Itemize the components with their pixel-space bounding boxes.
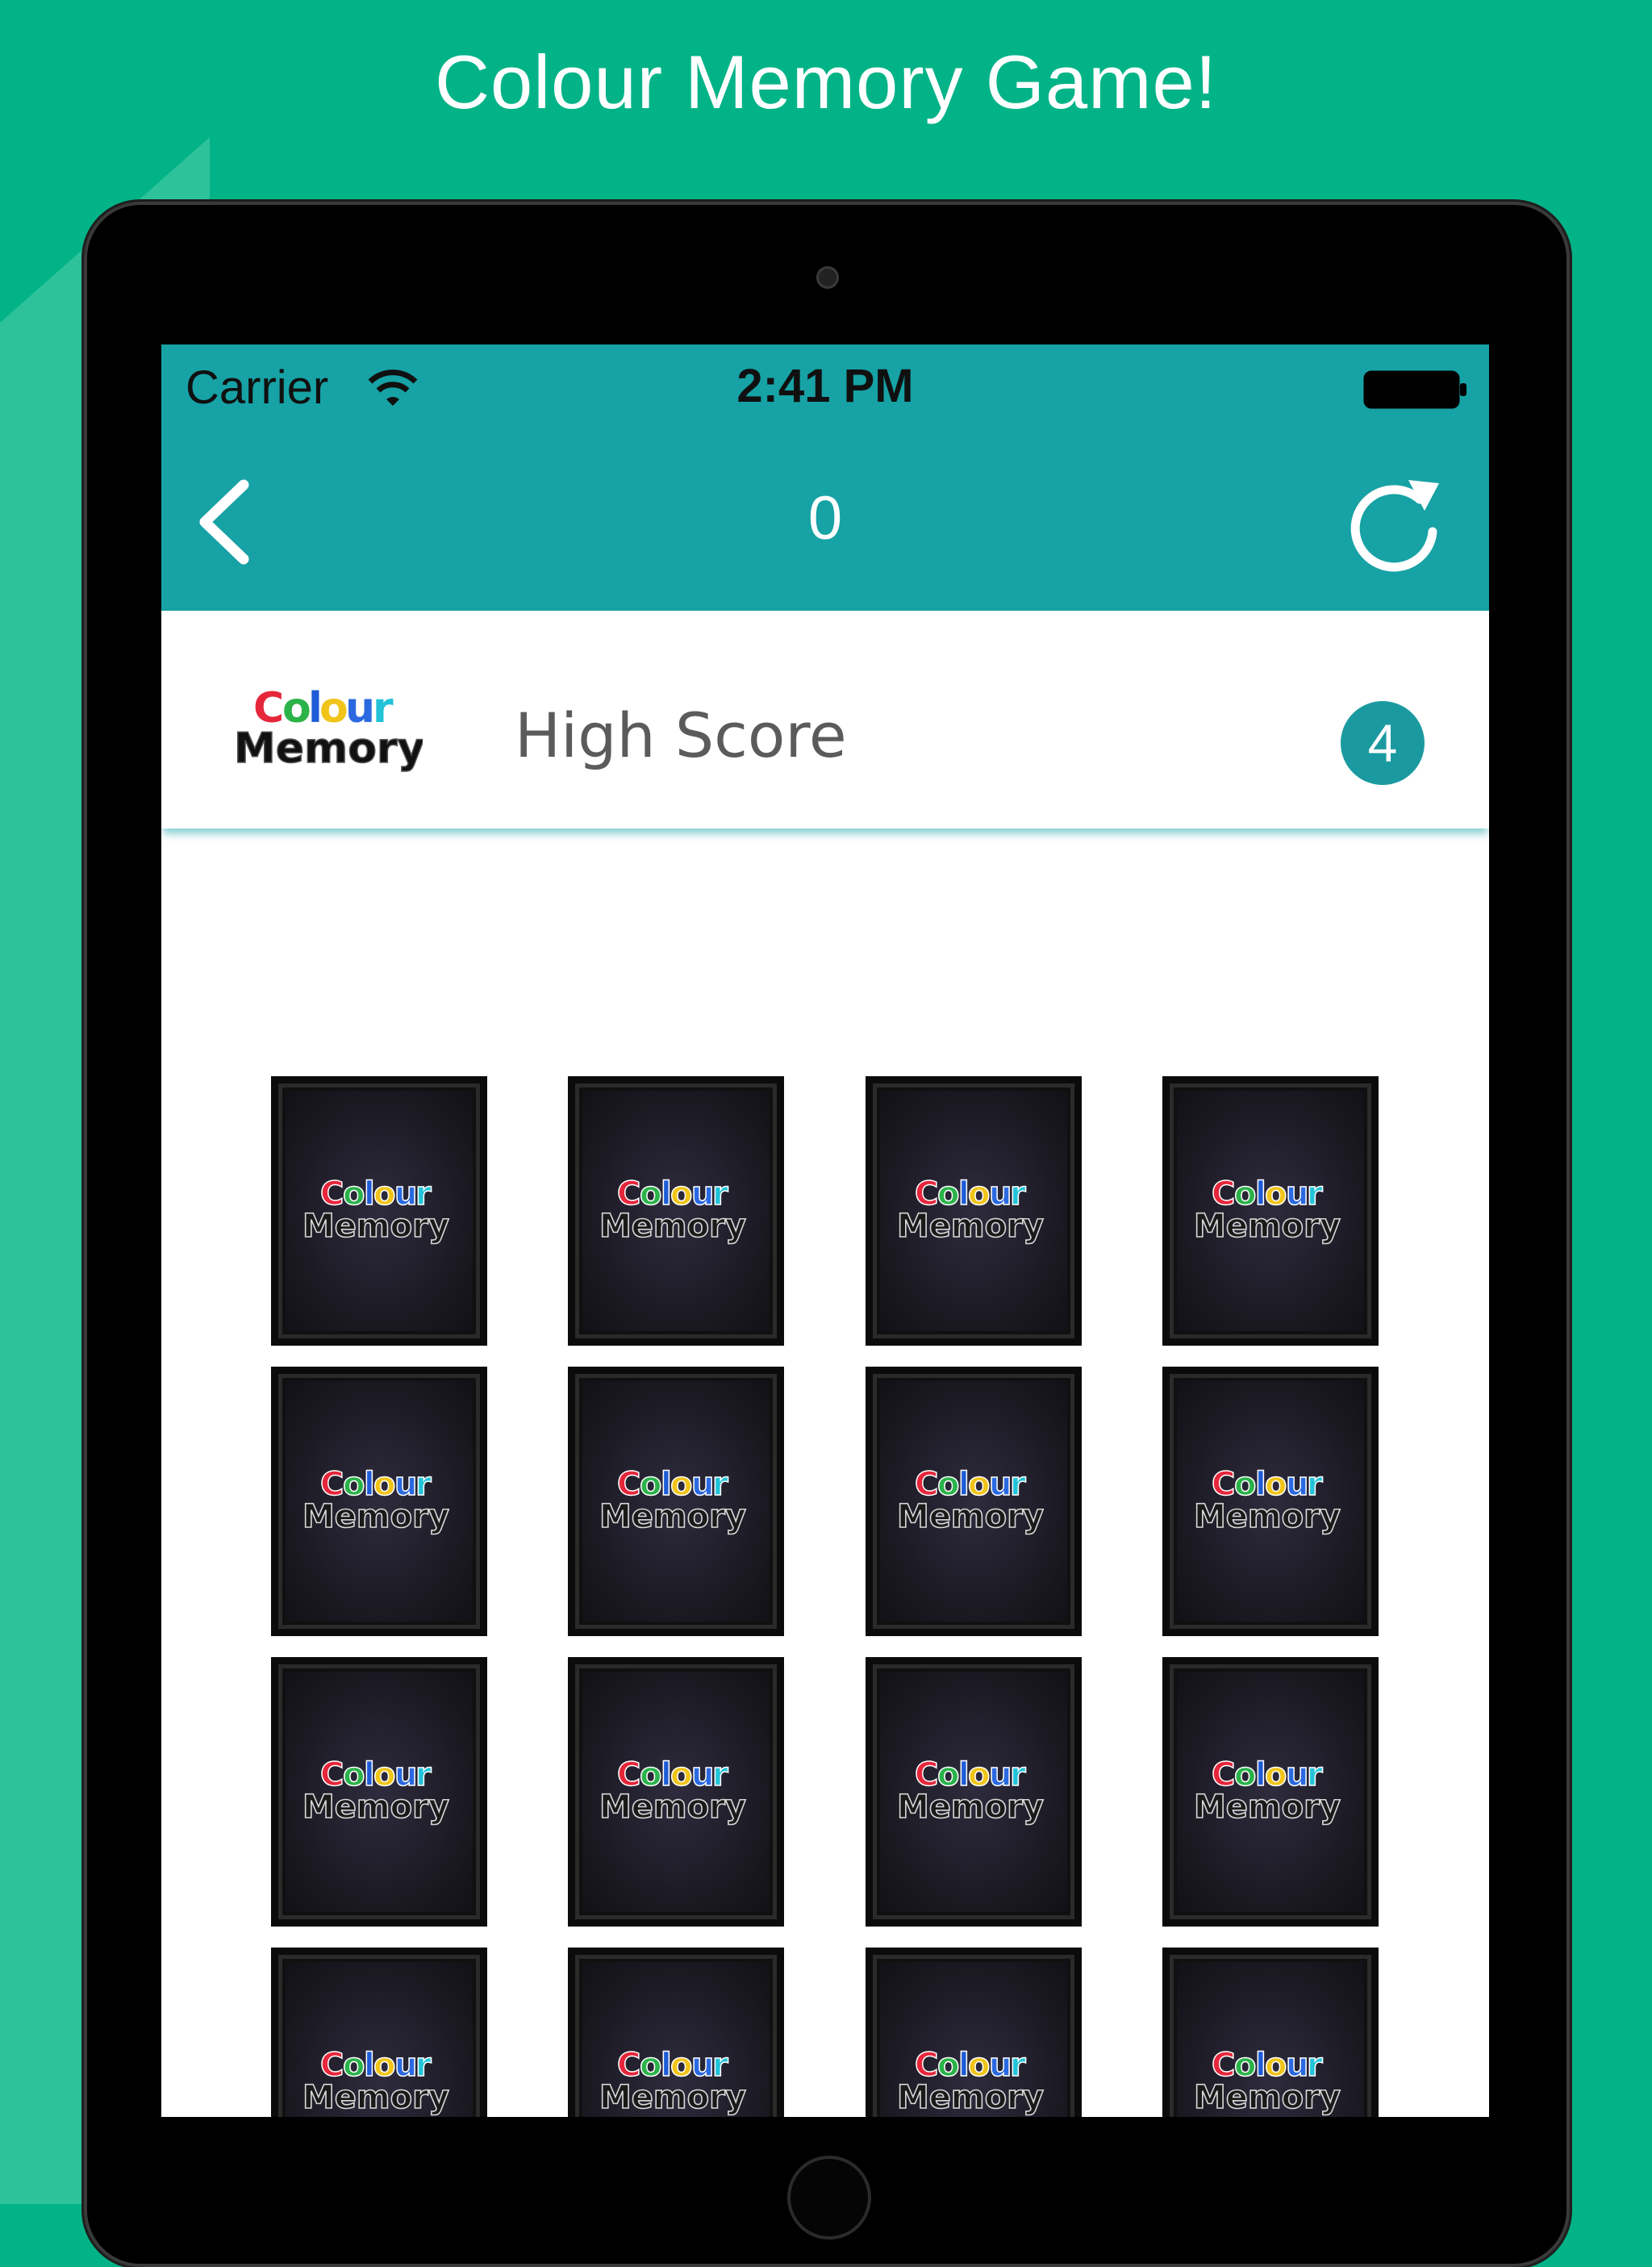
home-button[interactable]	[787, 2156, 871, 2240]
memory-card[interactable]: Co l o u r Memory	[866, 1367, 1082, 1636]
memory-card[interactable]: Co l o u r Memory	[866, 1657, 1082, 1927]
memory-card[interactable]: Co l o u r Memory	[1162, 1076, 1379, 1346]
memory-card[interactable]: Co l o u r Memory	[1162, 1948, 1379, 2117]
svg-text:Memory: Memory	[302, 1498, 449, 1535]
svg-text:Memory: Memory	[897, 2079, 1044, 2116]
svg-text:Memory: Memory	[302, 1208, 449, 1245]
memory-card[interactable]: Co l o u r Memory	[271, 1367, 487, 1636]
memory-card[interactable]: Co l o u r Memory	[271, 1657, 487, 1927]
memory-card[interactable]: Co l o u r Memory	[866, 1076, 1082, 1346]
memory-card[interactable]: Co l o u r Memory	[271, 1076, 487, 1346]
svg-text:Memory: Memory	[1194, 1208, 1341, 1245]
card-logo: ColourMemory	[896, 2046, 1045, 2117]
card-logo: ColourMemory	[302, 1756, 450, 1827]
memory-card[interactable]: Co l o u r Memory	[568, 1076, 784, 1346]
card-logo: ColourMemory	[896, 1465, 1045, 1536]
svg-text:Memory: Memory	[599, 2079, 746, 2116]
svg-text:Memory: Memory	[897, 1498, 1044, 1535]
svg-text:Memory: Memory	[897, 1789, 1044, 1826]
svg-text:Memory: Memory	[599, 1208, 746, 1245]
memory-card[interactable]: Co l o u r Memory	[1162, 1367, 1379, 1636]
card-logo: ColourMemory	[896, 1175, 1045, 1246]
memory-card[interactable]: Co l o u r Memory	[568, 1948, 784, 2117]
svg-text:Memory: Memory	[599, 1498, 746, 1535]
memory-card[interactable]: Co l o u r Memory	[271, 1948, 487, 2117]
card-logo: ColourMemory	[302, 1175, 450, 1246]
svg-text:Memory: Memory	[1194, 2079, 1341, 2116]
card-logo: ColourMemory	[896, 1756, 1045, 1827]
card-logo: ColourMemory	[1193, 2046, 1341, 2117]
memory-card[interactable]: Co l o u r Memory	[568, 1367, 784, 1636]
memory-card[interactable]: Co l o u r Memory	[866, 1948, 1082, 2117]
svg-text:Memory: Memory	[599, 1789, 746, 1826]
card-logo: ColourMemory	[599, 1756, 747, 1827]
memory-card[interactable]: Co l o u r Memory	[568, 1657, 784, 1927]
memory-card[interactable]: Co l o u r Memory	[1162, 1657, 1379, 1927]
card-logo: ColourMemory	[599, 1465, 747, 1536]
card-logo: ColourMemory	[1193, 1175, 1341, 1246]
page-headline: Colour Memory Game!	[435, 40, 1217, 124]
card-logo: ColourMemory	[599, 2046, 747, 2117]
card-logo: ColourMemory	[1193, 1465, 1341, 1536]
svg-text:Memory: Memory	[897, 1208, 1044, 1245]
svg-text:Memory: Memory	[302, 1789, 449, 1826]
card-logo: ColourMemory	[599, 1175, 747, 1246]
card-logo: ColourMemory	[1193, 1756, 1341, 1827]
svg-text:Memory: Memory	[1194, 1789, 1341, 1826]
svg-text:Memory: Memory	[302, 2079, 449, 2116]
svg-text:Memory: Memory	[1194, 1498, 1341, 1535]
card-logo: ColourMemory	[302, 2046, 450, 2117]
app-screen: Carrier 2:41 PM 0 C o l o u r Memory Hig…	[161, 344, 1489, 2117]
card-grid: Co l o u r Memory Co l o u r Memory Co l o u r Memory Co l o…	[161, 344, 1489, 2117]
card-logo: ColourMemory	[302, 1465, 450, 1536]
camera-icon	[816, 266, 839, 289]
